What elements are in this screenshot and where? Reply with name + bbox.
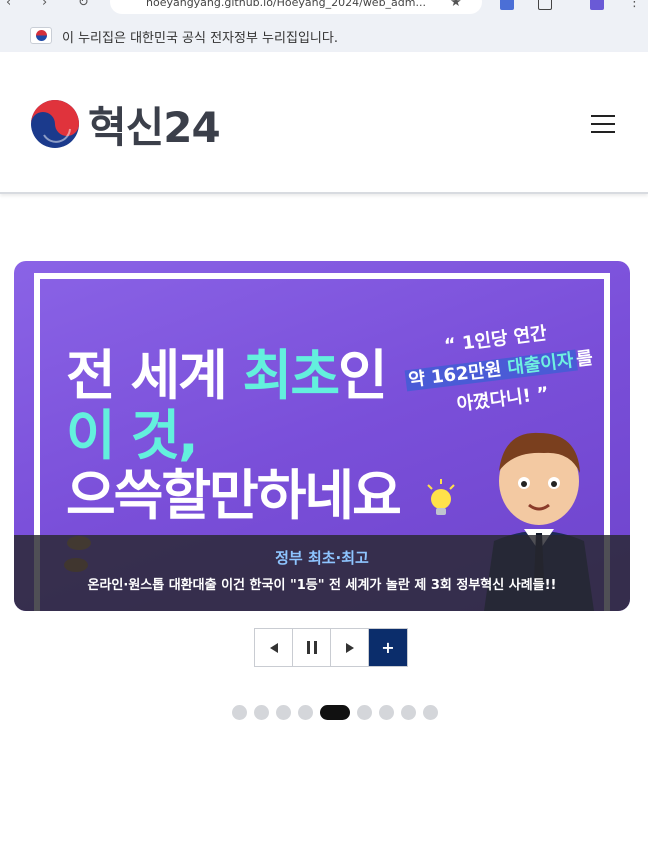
prev-slide-button[interactable] [255,629,293,666]
gov-banner-text: 이 누리집은 대한민국 공식 전자정부 누리집입니다. [62,31,338,46]
forward-icon[interactable]: › [42,0,47,10]
hamburger-icon [591,115,615,117]
reload-icon[interactable]: ↻ [78,0,89,10]
extension-icon[interactable] [500,0,514,10]
next-slide-button[interactable] [331,629,369,666]
pagination-dot[interactable] [298,705,313,720]
pagination-dot[interactable] [357,705,372,720]
slider-controls: + [254,628,408,667]
pagination-dot[interactable] [379,705,394,720]
pagination-dot[interactable] [276,705,291,720]
pagination-dot-active[interactable] [320,705,350,720]
address-url[interactable]: hoeyangyang.github.io/Hoeyang_2024/web_a… [146,0,436,9]
tab-icon[interactable] [538,0,552,10]
bookmark-star-icon[interactable]: ★ [450,0,462,10]
korean-flag-icon [30,27,52,44]
pagination-dot[interactable] [232,705,247,720]
taegeuk-logo-icon [31,100,79,148]
banner-slide[interactable]: 전 세계 최초인 이 것, 으쓱할만하네요 “ 1인당 연간 약 162만원 대… [14,261,630,611]
gov-official-banner: 이 누리집은 대한민국 공식 전자정부 누리집입니다. [0,20,648,52]
site-header: 혁신24 [0,52,648,194]
slide-category: 정부 최초·최고 [275,549,369,567]
slide-caption: 정부 최초·최고 온라인·원스톱 대환대출 이건 한국이 "1등" 전 세계가 … [14,535,630,611]
slide-headline-line3: 으쓱할만하네요 [66,464,402,527]
more-vert-icon[interactable]: ⋮ [628,0,641,10]
slide-pagination [232,705,438,720]
logo-text: 혁신24 [88,102,221,152]
site-logo[interactable]: 혁신24 [30,98,221,152]
profile-icon[interactable] [590,0,604,10]
pagination-dot[interactable] [401,705,416,720]
browser-toolbar: ‹ › ↻ hoeyangyang.github.io/Hoeyang_2024… [0,0,648,20]
back-icon[interactable]: ‹ [6,0,11,10]
triangle-left-icon [269,642,278,653]
pagination-dot[interactable] [423,705,438,720]
pagination-dot[interactable] [254,705,269,720]
pause-slide-button[interactable] [293,629,331,666]
more-button[interactable]: + [369,629,407,666]
lightbulb-icon [427,479,455,515]
triangle-right-icon [345,642,354,653]
pause-icon [306,641,317,654]
slide-title[interactable]: 온라인·원스톱 대환대출 이건 한국이 "1등" 전 세계가 놀란 제 3회 정… [14,574,630,593]
hamburger-menu-button[interactable] [591,115,615,135]
